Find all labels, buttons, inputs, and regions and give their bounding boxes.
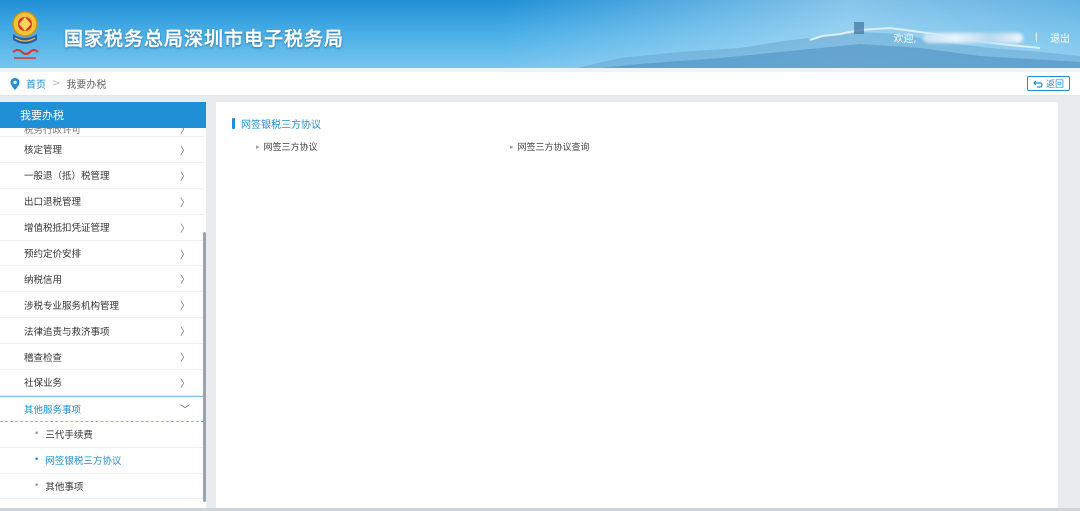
user-bar-separator: |: [1034, 32, 1038, 43]
sidebar-item-export-refund[interactable]: 出口退税管理 〉: [0, 189, 204, 215]
sidebar-item-tax-agencies[interactable]: 涉税专业服务机构管理 〉: [0, 292, 204, 319]
sidebar-item-label: 税务行政许可: [24, 128, 82, 136]
chevron-right-icon: 〉: [180, 197, 190, 209]
sidebar-item-vat-voucher[interactable]: 增值税抵扣凭证管理 〉: [0, 215, 204, 241]
chevron-down-icon: ﹀: [180, 405, 190, 417]
sidebar-item-refund[interactable]: 一般退（抵）税管理 〉: [0, 163, 204, 189]
chevron-right-icon: 〉: [180, 275, 190, 287]
main-content: 网签银税三方协议 ▸ 网签三方协议 ▸ 网签三方协议查询: [216, 102, 1058, 511]
sidebar-list: 税务行政许可 〉 核定管理 〉 一般退（抵）税管理 〉 出口退税管理 〉 增值税…: [0, 128, 204, 500]
blurred-username: [922, 32, 1023, 43]
chevron-right-icon: 〉: [180, 128, 190, 136]
breadcrumb-home-link[interactable]: 首页: [26, 76, 46, 91]
sidebar-subitem-tripartite-agreement[interactable]: • 网签银税三方协议: [0, 448, 204, 474]
sidebar-item-label: 预约定价安排: [24, 249, 82, 260]
link-label: 网签三方协议查询: [517, 143, 590, 153]
user-bar: 欢迎, | 退出: [893, 30, 1070, 45]
chevron-right-icon: 〉: [180, 327, 190, 339]
back-button[interactable]: 返回: [1026, 76, 1070, 91]
sidebar-item-label: 一般退（抵）税管理: [24, 171, 110, 183]
sidebar-subitem-label: 网签银税三方协议: [45, 456, 122, 468]
sidebar-subitem-label: 其他事项: [45, 482, 84, 494]
sidebar-item-label: 社保业务: [24, 378, 63, 390]
top-banner: 国家税务总局深圳市电子税务局 欢迎, | 退出: [0, 0, 1080, 72]
section-title-bar: [232, 118, 235, 129]
chevron-right-icon: 〉: [180, 223, 190, 235]
sidebar-item-label: 法律追责与救济事项: [24, 326, 110, 338]
triangle-right-icon: ▸: [256, 142, 260, 151]
tax-emblem-logo: [12, 11, 39, 59]
back-arrow-icon: [1033, 80, 1043, 88]
chevron-right-icon: 〉: [180, 353, 190, 365]
sidebar-item-label: 其他服务事项: [24, 404, 82, 416]
sidebar-item-tax-admin-permit[interactable]: 税务行政许可 〉: [0, 128, 204, 137]
sidebar-item-label: 增值税抵扣凭证管理: [24, 223, 110, 235]
sidebar-item-label: 核定管理: [24, 145, 63, 157]
sidebar-item-tax-credit[interactable]: 纳税信用 〉: [0, 266, 204, 293]
welcome-text: 欢迎,: [893, 34, 917, 45]
bullet-icon: •: [34, 429, 40, 440]
sidebar-item-legal-remedy[interactable]: 法律追责与救济事项 〉: [0, 318, 204, 345]
sidebar-item-verification[interactable]: 核定管理 〉: [0, 137, 204, 163]
chevron-right-icon: 〉: [180, 171, 190, 183]
site-title: 国家税务总局深圳市电子税务局: [64, 28, 345, 50]
sidebar-item-label: 纳税信用: [24, 274, 63, 286]
online-agreement-link[interactable]: ▸ 网签三方协议: [256, 140, 318, 154]
link-label: 网签三方协议: [263, 143, 318, 153]
section-title-text: 网签银税三方协议: [241, 120, 321, 131]
chevron-right-icon: 〉: [180, 378, 190, 390]
breadcrumb-current: 我要办税: [66, 80, 107, 91]
sidebar-item-other-services[interactable]: 其他服务事项 ﹀: [0, 395, 204, 422]
section-title: 网签银税三方协议: [232, 116, 321, 131]
page-right-margin: [1070, 102, 1080, 511]
chevron-right-icon: 〉: [180, 145, 190, 157]
bullet-icon: •: [34, 455, 40, 466]
sidebar-header: 我要办税: [0, 102, 206, 128]
location-pin-icon: [10, 77, 20, 90]
sidebar-item-advance-pricing[interactable]: 预约定价安排 〉: [0, 241, 204, 267]
breadcrumb: 首页 > 我要办税 返回: [0, 72, 1080, 96]
sidebar-subitem-other[interactable]: • 其他事项: [0, 474, 204, 500]
sidebar-scrollbar[interactable]: [203, 232, 206, 502]
sidebar-subitem-label: 三代手续费: [45, 430, 93, 442]
chevron-right-icon: 〉: [180, 249, 190, 261]
agreement-query-link[interactable]: ▸ 网签三方协议查询: [510, 140, 590, 154]
breadcrumb-arrow: >: [52, 78, 61, 89]
sidebar-item-label: 出口退税管理: [24, 197, 82, 209]
chevron-right-icon: 〉: [180, 301, 190, 313]
sidebar-item-social-security[interactable]: 社保业务 〉: [0, 370, 204, 396]
sidebar-item-label: 稽查检查: [24, 352, 63, 364]
sidebar-item-inspection[interactable]: 稽查检查 〉: [0, 344, 204, 371]
triangle-right-icon: ▸: [510, 142, 514, 151]
sidebar-menu: 我要办税 税务行政许可 〉 核定管理 〉 一般退（抵）税管理 〉 出口退税管理 …: [0, 102, 206, 511]
bullet-icon: •: [34, 481, 40, 492]
back-button-label: 返回: [1045, 80, 1064, 90]
sidebar-item-label: 涉税专业服务机构管理: [24, 300, 120, 312]
sidebar-subitem-fees[interactable]: • 三代手续费: [0, 422, 204, 448]
logout-link[interactable]: 退出: [1050, 30, 1070, 45]
